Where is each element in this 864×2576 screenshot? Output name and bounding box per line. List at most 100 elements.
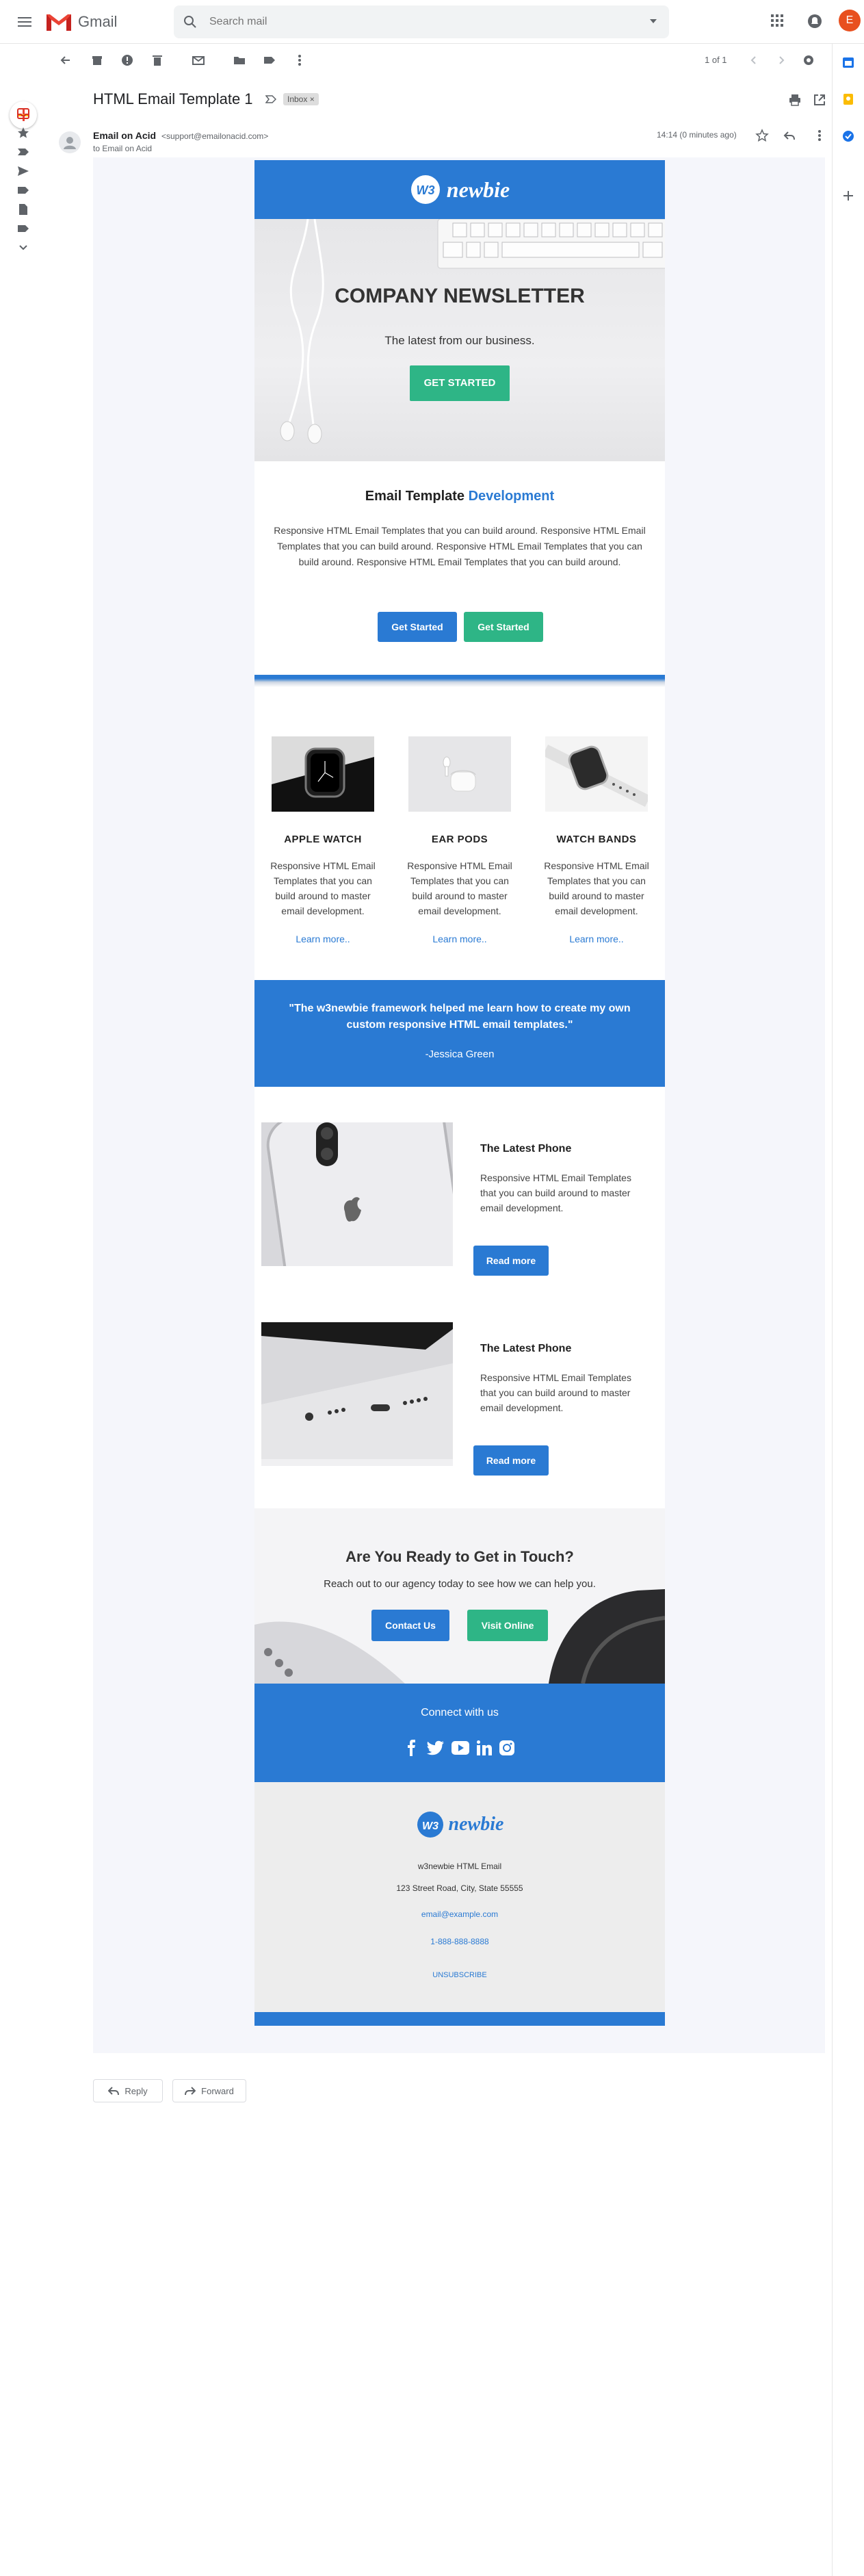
recipient-line[interactable]: to Email on Acid	[93, 144, 152, 153]
watch-bands-image[interactable]	[545, 736, 648, 812]
label-icon	[18, 225, 29, 232]
back-button[interactable]	[59, 53, 73, 67]
sender-avatar[interactable]	[59, 131, 81, 153]
archive-button[interactable]	[90, 53, 104, 67]
trash-icon	[153, 55, 162, 66]
tasks-icon	[843, 131, 854, 142]
ear-pods-image[interactable]	[408, 736, 511, 812]
read-more-button-1[interactable]: Read more	[473, 1246, 549, 1276]
learn-more-link-ear-pods[interactable]: Learn more..	[402, 933, 518, 944]
star-outline-icon	[755, 129, 769, 142]
more-options-button[interactable]	[293, 53, 306, 67]
footer-logo[interactable]: W3 newbie	[406, 1809, 513, 1840]
get-started-primary-button[interactable]: Get Started	[378, 612, 457, 642]
nav-drafts[interactable]	[16, 203, 30, 216]
linkedin-icon[interactable]	[477, 1740, 492, 1755]
nav-category[interactable]	[16, 222, 30, 235]
get-addons-button[interactable]	[843, 190, 854, 201]
email-header: W3 newbie	[254, 160, 665, 219]
nav-inbox[interactable]	[16, 107, 30, 120]
more-vertical-icon	[818, 130, 821, 141]
apple-watch-image[interactable]	[272, 736, 374, 812]
inbox-label-chip[interactable]: Inbox ×	[283, 93, 319, 105]
nav-important[interactable]	[16, 145, 30, 159]
plus-icon	[843, 191, 853, 201]
hero-subtitle: The latest from our business.	[384, 334, 535, 347]
tasks-app[interactable]	[842, 130, 854, 142]
footer-phone-link[interactable]: 1-888-888-8888	[254, 1937, 665, 1946]
search-input[interactable]	[209, 14, 620, 30]
forward-button[interactable]: Forward	[172, 2079, 246, 2102]
search-bar[interactable]	[174, 5, 669, 38]
testimonial-band: "The w3newbie framework helped me learn …	[254, 980, 665, 1087]
sender-email: <support@emailonacid.com>	[161, 131, 269, 141]
footer-brand-name: newbie	[448, 1814, 504, 1835]
section-divider	[254, 675, 665, 687]
print-icon	[789, 94, 800, 106]
inbox-icon	[17, 108, 29, 119]
more-vertical-icon	[298, 55, 301, 66]
star-button[interactable]	[755, 129, 769, 142]
hamburger-icon	[18, 17, 31, 27]
top-bar: Gmail E	[0, 0, 864, 44]
open-new-window-button[interactable]	[813, 93, 826, 107]
move-to-button[interactable]	[233, 53, 246, 67]
main-menu-button[interactable]	[14, 11, 36, 33]
get-started-hero-button[interactable]: GET STARTED	[410, 365, 510, 401]
instagram-icon[interactable]	[499, 1740, 514, 1755]
unsubscribe-link[interactable]: UNSUBSCRIBE	[254, 1971, 665, 1979]
report-spam-button[interactable]	[120, 53, 134, 67]
earphones-image	[287, 219, 324, 425]
mark-unread-button[interactable]	[192, 53, 205, 67]
search-icon	[184, 16, 196, 28]
settings-button[interactable]	[802, 53, 815, 67]
brand-logo[interactable]: W3 newbie	[398, 174, 521, 205]
youtube-icon[interactable]	[451, 1741, 469, 1755]
keep-app[interactable]	[842, 93, 854, 105]
delete-button[interactable]	[150, 53, 164, 67]
apps-button[interactable]	[770, 14, 784, 27]
phone-back-image[interactable]	[261, 1122, 453, 1266]
pagination-count: 1 of 1	[705, 55, 727, 65]
notifications-button[interactable]	[807, 14, 822, 29]
older-button[interactable]	[774, 53, 788, 67]
nav-more[interactable]	[16, 241, 30, 255]
message-more-button[interactable]	[813, 129, 826, 142]
facebook-icon[interactable]	[405, 1740, 419, 1756]
learn-more-link-apple-watch[interactable]: Learn more..	[265, 933, 381, 944]
gmail-logo[interactable]: Gmail	[45, 10, 117, 34]
account-avatar[interactable]: E	[839, 10, 861, 31]
feature-title-2: The Latest Phone	[480, 1343, 572, 1354]
cta-title: Are You Ready to Get in Touch?	[345, 1548, 574, 1565]
reply-icon-button[interactable]	[783, 129, 796, 142]
w3-logo-icon: W3	[410, 175, 440, 204]
calendar-app[interactable]	[842, 56, 854, 68]
print-button[interactable]	[788, 93, 802, 107]
send-icon	[18, 166, 29, 176]
footer-company: w3newbie HTML Email	[417, 1862, 502, 1871]
visit-online-button[interactable]: Visit Online	[467, 1610, 548, 1641]
hero-title: COMPANY NEWSLETTER	[335, 285, 585, 307]
twitter-icon[interactable]	[426, 1740, 444, 1755]
feature-title-1: The Latest Phone	[480, 1143, 572, 1155]
search-options-icon[interactable]	[650, 19, 657, 23]
contact-us-button[interactable]: Contact Us	[371, 1610, 449, 1641]
read-more-button-2[interactable]: Read more	[473, 1445, 549, 1476]
nav-sent[interactable]	[16, 164, 30, 178]
nav-starred[interactable]	[16, 126, 30, 140]
importance-marker[interactable]	[265, 94, 276, 104]
nav-label[interactable]	[16, 183, 30, 197]
newer-button[interactable]	[747, 53, 761, 67]
labels-button[interactable]	[263, 53, 276, 67]
intro-title-accent: Development	[468, 489, 555, 504]
keep-icon	[843, 94, 853, 105]
reply-button[interactable]: Reply	[93, 2079, 163, 2102]
reply-icon	[783, 131, 795, 140]
cta-subtitle: Reach out to our agency today to see how…	[324, 1578, 596, 1590]
get-started-secondary-button[interactable]: Get Started	[464, 612, 543, 642]
learn-more-link-watch-bands[interactable]: Learn more..	[538, 933, 655, 944]
sender-name[interactable]: Email on Acid	[93, 130, 156, 141]
social-icons	[405, 1737, 514, 1759]
footer-email-link[interactable]: email@example.com	[254, 1909, 665, 1919]
phone-bottom-image[interactable]	[261, 1322, 453, 1466]
